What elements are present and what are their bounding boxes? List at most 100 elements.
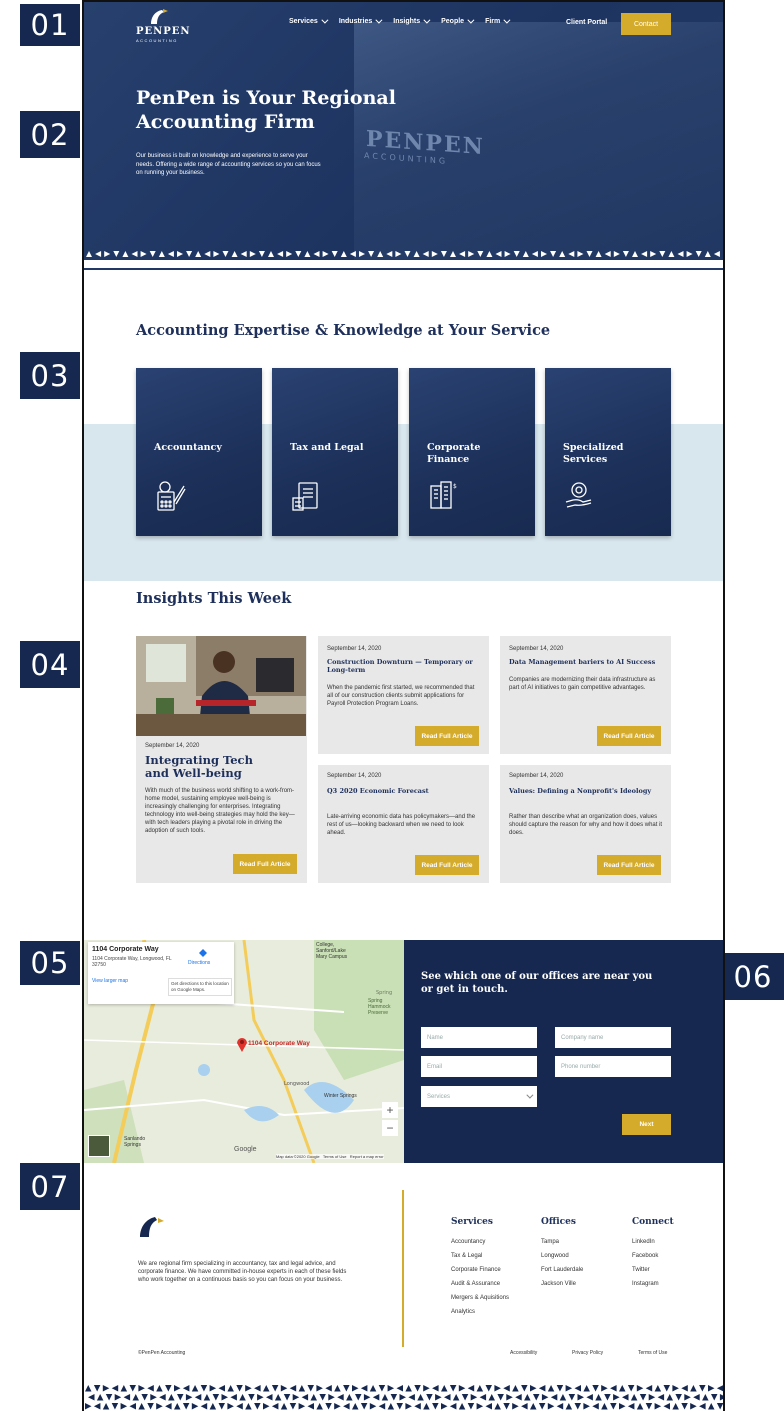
article-card[interactable]: September 14, 2020 Q3 2020 Economic Fore…: [318, 765, 489, 883]
map-satellite-thumbnail[interactable]: [88, 1135, 110, 1157]
footer-link[interactable]: Accountancy: [451, 1235, 509, 1249]
map-larger-link[interactable]: View larger map: [92, 978, 128, 984]
copyright-text: ©PenPen Accounting: [138, 1350, 186, 1356]
nav-firm[interactable]: Firm: [485, 16, 511, 25]
footer-services-heading: Services: [451, 1217, 493, 1227]
service-card-corporate-finance[interactable]: Corporate Finance $: [409, 368, 535, 536]
next-button[interactable]: Next: [622, 1114, 671, 1135]
map-label-longwood: Longwood: [284, 1081, 309, 1087]
footer-link[interactable]: Instagram: [632, 1277, 674, 1291]
article-date: September 14, 2020: [327, 646, 382, 652]
hero-section: PENPEN ACCOUNTING PENPEN ACCOUNTING Serv…: [84, 2, 723, 270]
nav-insights[interactable]: Insights: [393, 16, 431, 25]
article-title: Values: Defining a Nonprofit's Ideology: [509, 787, 652, 795]
read-article-button[interactable]: Read Full Article: [415, 855, 479, 875]
name-field[interactable]: Name: [421, 1027, 537, 1048]
section-badge-07: 07: [20, 1163, 80, 1210]
calculator-icon: [157, 481, 186, 511]
building-finance-icon: $: [430, 481, 457, 509]
article-body: Rather than describe what an organizatio…: [509, 814, 663, 836]
read-article-button[interactable]: Read Full Article: [597, 726, 661, 746]
hand-gear-icon: [565, 482, 592, 508]
nav-label: Industries: [338, 18, 373, 25]
chevron-down-icon: [321, 16, 329, 24]
map-zoom-in-button[interactable]: +: [382, 1102, 398, 1118]
read-article-button[interactable]: Read Full Article: [597, 855, 661, 875]
article-title: Q3 2020 Economic Forecast: [327, 787, 429, 795]
footer-divider: [402, 1190, 404, 1347]
footer-link[interactable]: Twitter: [632, 1263, 674, 1277]
google-logo: Google: [234, 1146, 257, 1153]
hero-triangle-trim: [84, 251, 723, 268]
article-date: September 14, 2020: [145, 743, 200, 749]
footer-link[interactable]: LinkedIn: [632, 1235, 674, 1249]
privacy-policy-link[interactable]: Privacy Policy: [572, 1350, 603, 1356]
article-card[interactable]: September 14, 2020 Data Management barie…: [500, 636, 671, 754]
man-at-desk-image: [136, 636, 306, 736]
footer-offices-heading: Offices: [541, 1217, 576, 1227]
footer-link[interactable]: Facebook: [632, 1249, 674, 1263]
featured-article-card[interactable]: September 14, 2020 Integrating Tech and …: [136, 636, 307, 883]
footer-description: We are regional firm specializing in acc…: [138, 1261, 347, 1283]
company-name-field[interactable]: Company name: [555, 1027, 671, 1048]
footer-connect-heading: Connect: [632, 1217, 674, 1227]
penguin-logo-icon: [151, 9, 168, 24]
directions-label: Directions: [188, 960, 211, 966]
nav-label: Insights: [393, 18, 421, 25]
contact-form-section: See which one of our offices are near yo…: [404, 940, 723, 1163]
footer-services-column: Services Accountancy Tax & Legal Corpora…: [451, 1217, 509, 1319]
footer-link[interactable]: Mergers & Aquisitions: [451, 1291, 509, 1305]
service-card-accountancy[interactable]: Accountancy: [136, 368, 262, 536]
services-select[interactable]: Services: [421, 1086, 537, 1107]
article-body: Late-arriving economic data has policyma…: [327, 814, 476, 836]
footer-link[interactable]: Corporate Finance: [451, 1263, 509, 1277]
read-article-button[interactable]: Read Full Article: [415, 726, 479, 746]
logo[interactable]: PENPEN ACCOUNTING: [136, 8, 190, 44]
footer-penguin-logo-icon[interactable]: [138, 1215, 166, 1239]
nav-services[interactable]: Services: [289, 16, 329, 25]
map-label-spring: Spring: [376, 990, 392, 996]
directions-icon: [199, 949, 207, 957]
chevron-down-icon: [375, 16, 383, 24]
service-card-specialized[interactable]: Specialized Services: [545, 368, 671, 536]
chevron-down-icon: [467, 16, 475, 24]
footer-link[interactable]: Tampa: [541, 1235, 583, 1249]
service-card-label: Tax and Legal: [290, 442, 364, 453]
office-map[interactable]: Spring Longwood 1104 Corporate Way 1104 …: [84, 940, 404, 1163]
footer-link[interactable]: Tax & Legal: [451, 1249, 509, 1263]
section-badge-04: 04: [20, 641, 80, 688]
logo-subtext: ACCOUNTING: [136, 38, 178, 43]
footer-link[interactable]: Jackson Ville: [541, 1277, 583, 1291]
contact-button[interactable]: Contact: [621, 13, 671, 35]
accessibility-link[interactable]: Accessibility: [510, 1350, 537, 1356]
terms-of-use-link[interactable]: Terms of Use: [638, 1350, 667, 1356]
website-frame: PENPEN ACCOUNTING PENPEN ACCOUNTING Serv…: [82, 0, 725, 1411]
email-field[interactable]: Email: [421, 1056, 537, 1077]
section-badge-06: 06: [722, 953, 784, 1000]
footer-link[interactable]: Fort Lauderdale: [541, 1263, 583, 1277]
read-article-button[interactable]: Read Full Article: [233, 854, 297, 874]
article-card[interactable]: September 14, 2020 Values: Defining a No…: [500, 765, 671, 883]
service-card-tax-legal[interactable]: Tax and Legal: [272, 368, 398, 536]
client-portal-link[interactable]: Client Portal: [566, 19, 607, 26]
article-card[interactable]: September 14, 2020 Construction Downturn…: [318, 636, 489, 754]
article-title: Data Management bariers to AI Success: [509, 658, 656, 666]
contact-form-title: See which one of our offices are near yo…: [421, 971, 653, 995]
map-zoom-out-button[interactable]: −: [382, 1120, 398, 1136]
footer-link[interactable]: Longwood: [541, 1249, 583, 1263]
footer-link[interactable]: Audit & Assurance: [451, 1277, 509, 1291]
phone-number-field[interactable]: Phone number: [555, 1056, 671, 1077]
footer-connect-column: Connect LinkedIn Facebook Twitter Instag…: [632, 1217, 674, 1291]
nav-industries[interactable]: Industries: [338, 16, 383, 25]
featured-article-photo: [136, 636, 306, 736]
footer-triangle-trim: [85, 1385, 723, 1410]
svg-text:$: $: [453, 483, 457, 490]
section-badge-01: 01: [20, 4, 80, 46]
map-pin-icon[interactable]: [236, 1036, 248, 1052]
nav-label: Services: [289, 18, 318, 25]
footer-link[interactable]: Analytics: [451, 1305, 509, 1319]
map-directions-button[interactable]: Directions: [184, 946, 224, 970]
nav-label: People: [441, 18, 465, 25]
insights-title: Insights This Week: [136, 590, 292, 607]
nav-people[interactable]: People: [441, 16, 475, 25]
